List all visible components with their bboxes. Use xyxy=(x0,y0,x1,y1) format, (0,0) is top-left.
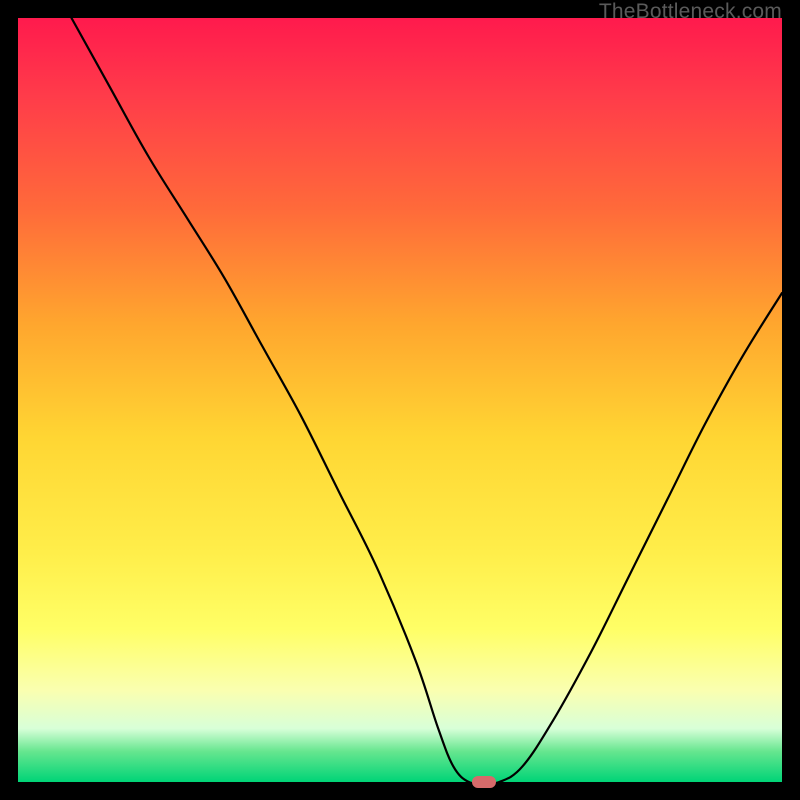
bottleneck-curve xyxy=(18,18,782,782)
chart-container: TheBottleneck.com xyxy=(0,0,800,800)
current-config-marker xyxy=(472,776,496,788)
watermark: TheBottleneck.com xyxy=(599,0,782,24)
